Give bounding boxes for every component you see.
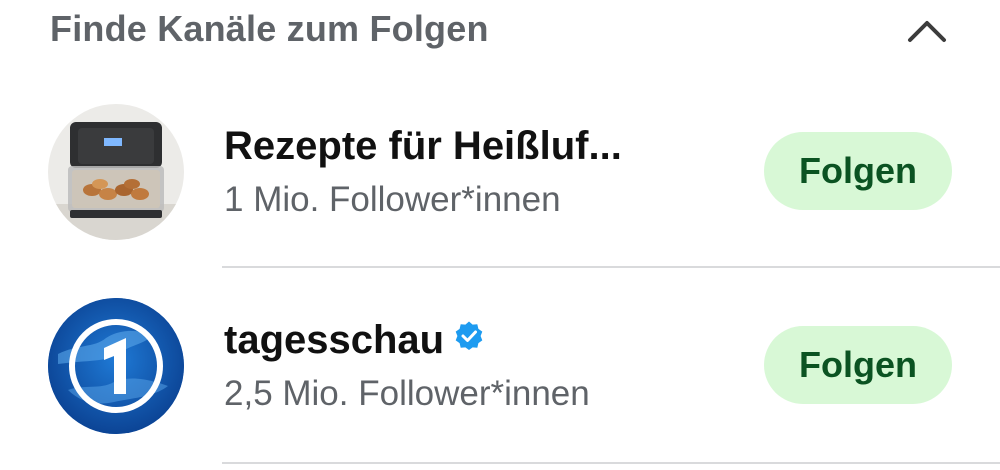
verified-badge-icon	[454, 316, 484, 361]
channel-item[interactable]: Rezepte für Heißluf... 1 Mio. Follower*i…	[0, 78, 1000, 268]
tagesschau-logo	[48, 298, 184, 434]
air-fryer-photo	[48, 104, 184, 240]
channel-suggestions-header: Finde Kanäle zum Folgen	[50, 0, 950, 64]
section-title: Finde Kanäle zum Folgen	[50, 8, 489, 49]
channel-name: Rezepte für Heißluf...	[224, 124, 622, 169]
channel-avatar-airfryer[interactable]	[48, 104, 184, 240]
divider	[222, 462, 1000, 464]
follower-count: 2,5 Mio. Follower*innen	[224, 374, 590, 413]
channel-name: tagesschau	[224, 318, 484, 365]
channel-name-text: tagesschau	[224, 318, 445, 362]
follow-button[interactable]: Folgen	[764, 326, 952, 404]
divider	[222, 266, 1000, 268]
chevron-up-icon	[908, 21, 946, 42]
follow-button[interactable]: Folgen	[764, 132, 952, 210]
collapse-button[interactable]	[904, 12, 950, 52]
channel-item[interactable]: tagesschau 2,5 Mio. Follower*innen Folge…	[0, 272, 1000, 462]
channel-name-text: Rezepte für Heißluf...	[224, 124, 622, 168]
follower-count: 1 Mio. Follower*innen	[224, 180, 561, 219]
channel-avatar-tagesschau[interactable]	[48, 298, 184, 434]
